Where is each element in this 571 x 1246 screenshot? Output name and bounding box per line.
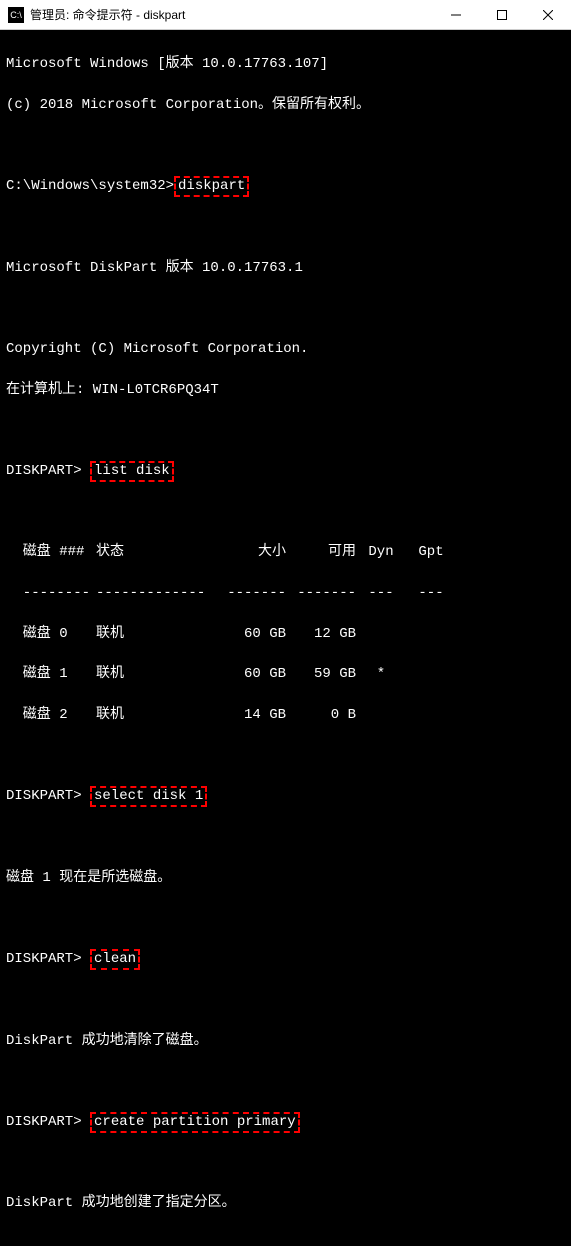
cmd-clean: clean xyxy=(90,949,140,970)
diskpart-prompt: DISKPART> xyxy=(6,951,82,967)
table-header: 磁盘 ### 状态 大小 可用 Dyn Gpt xyxy=(6,542,565,562)
blank-line xyxy=(6,908,565,928)
terminal-output[interactable]: Microsoft Windows [版本 10.0.17763.107] (c… xyxy=(0,30,571,1246)
table-row: 磁盘 2 联机 14 GB 0 B xyxy=(6,705,565,725)
blank-line xyxy=(6,1071,565,1091)
prompt-line: DISKPART> create partition primary xyxy=(6,1112,565,1133)
prompt-line: DISKPART> clean xyxy=(6,949,565,970)
col-status: 状态 xyxy=(96,542,206,562)
window-title: 管理员: 命令提示符 - diskpart xyxy=(30,6,433,23)
blank-line xyxy=(6,420,565,440)
window-titlebar: C:\ 管理员: 命令提示符 - diskpart xyxy=(0,0,571,30)
cmd-create-partition: create partition primary xyxy=(90,1112,300,1133)
app-icon: C:\ xyxy=(8,7,24,23)
diskpart-prompt: DISKPART> xyxy=(6,463,82,479)
header-line: Microsoft Windows [版本 10.0.17763.107] xyxy=(6,54,565,74)
table-row: 磁盘 1 联机 60 GB 59 GB * xyxy=(6,664,565,684)
header-line: (c) 2018 Microsoft Corporation。保留所有权利。 xyxy=(6,95,565,115)
prompt-line: DISKPART> list disk xyxy=(6,461,565,482)
table-separator: -------- ------------- ------- ------- -… xyxy=(6,583,565,603)
maximize-button[interactable] xyxy=(479,0,525,29)
diskpart-copyright: Copyright (C) Microsoft Corporation. xyxy=(6,339,565,359)
blank-line xyxy=(6,298,565,318)
blank-line xyxy=(6,502,565,522)
blank-line xyxy=(6,135,565,155)
col-size: 大小 xyxy=(206,542,286,562)
window-controls xyxy=(433,0,571,29)
blank-line xyxy=(6,745,565,765)
cmd-diskpart: diskpart xyxy=(174,176,249,197)
col-disk: 磁盘 ### xyxy=(6,542,96,562)
col-gpt: Gpt xyxy=(406,542,456,562)
minimize-button[interactable] xyxy=(433,0,479,29)
diskpart-prompt: DISKPART> xyxy=(6,1114,82,1130)
msg-create: DiskPart 成功地创建了指定分区。 xyxy=(6,1193,565,1213)
blank-line xyxy=(6,990,565,1010)
col-free: 可用 xyxy=(286,542,356,562)
blank-line xyxy=(6,1234,565,1246)
prompt-path: C:\Windows\system32> xyxy=(6,178,174,194)
col-dyn: Dyn xyxy=(356,542,406,562)
cmd-select-disk: select disk 1 xyxy=(90,786,207,807)
blank-line xyxy=(6,827,565,847)
msg-select: 磁盘 1 现在是所选磁盘。 xyxy=(6,868,565,888)
msg-clean: DiskPart 成功地清除了磁盘。 xyxy=(6,1031,565,1051)
close-button[interactable] xyxy=(525,0,571,29)
diskpart-prompt: DISKPART> xyxy=(6,788,82,804)
table-row: 磁盘 0 联机 60 GB 12 GB xyxy=(6,624,565,644)
diskpart-computer: 在计算机上: WIN-L0TCR6PQ34T xyxy=(6,380,565,400)
prompt-line: C:\Windows\system32>diskpart xyxy=(6,176,565,197)
blank-line xyxy=(6,1153,565,1173)
diskpart-header: Microsoft DiskPart 版本 10.0.17763.1 xyxy=(6,258,565,278)
prompt-line: DISKPART> select disk 1 xyxy=(6,786,565,807)
cmd-list-disk: list disk xyxy=(90,461,174,482)
blank-line xyxy=(6,217,565,237)
